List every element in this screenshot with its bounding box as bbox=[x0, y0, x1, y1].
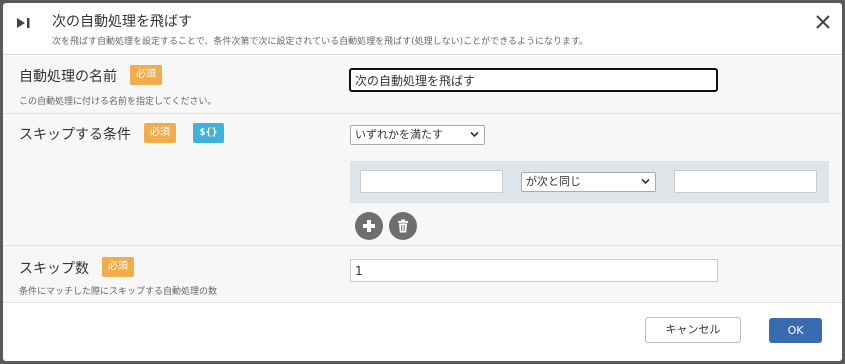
required-badge: 必須 bbox=[102, 257, 134, 277]
required-badge: 必須 bbox=[144, 123, 176, 143]
dialog-footer: キャンセル OK bbox=[3, 303, 842, 361]
condition-left-input[interactable] bbox=[360, 170, 503, 193]
condition-label: スキップする条件 bbox=[19, 127, 131, 143]
close-icon[interactable] bbox=[814, 13, 832, 31]
match-mode-value: いずれかを満たす bbox=[355, 128, 443, 141]
chevron-down-icon bbox=[470, 131, 479, 138]
condition-right-input[interactable] bbox=[674, 170, 817, 193]
skip-next-icon bbox=[17, 18, 30, 28]
condition-field-row: スキップする条件 必須 ${} いずれかを満たす が次と同じ bbox=[3, 114, 842, 246]
skip-count-label: スキップ数 bbox=[19, 261, 89, 277]
match-mode-select[interactable]: いずれかを満たす bbox=[350, 125, 485, 145]
ok-button[interactable]: OK bbox=[769, 318, 822, 343]
name-hint: この自動処理に付ける名前を指定してください。 bbox=[19, 97, 217, 107]
skip-automation-dialog: 次の自動処理を飛ばす 次を飛ばす自動処理を設定することで、条件次第で次に設定され… bbox=[3, 3, 842, 361]
variable-button[interactable]: ${} bbox=[193, 123, 224, 143]
name-label: 自動処理の名前 bbox=[19, 69, 117, 85]
skip-count-input[interactable] bbox=[350, 259, 718, 282]
trash-icon bbox=[398, 219, 408, 233]
skip-count-hint: 条件にマッチした際にスキップする自動処理の数 bbox=[19, 287, 218, 297]
required-badge: 必須 bbox=[130, 65, 162, 85]
dialog-description: 次を飛ばす自動処理を設定することで、条件次第で次に設定されている自動処理を飛ばす… bbox=[52, 37, 589, 47]
condition-operator-select[interactable]: が次と同じ bbox=[521, 172, 656, 192]
plus-icon bbox=[363, 220, 375, 232]
add-condition-button[interactable] bbox=[355, 212, 383, 240]
dialog-title: 次の自動処理を飛ばす bbox=[52, 14, 192, 30]
condition-row-box: が次と同じ bbox=[350, 161, 829, 203]
condition-operator-value: が次と同じ bbox=[526, 175, 581, 188]
name-field-row: 自動処理の名前 必須 この自動処理に付ける名前を指定してください。 bbox=[3, 56, 842, 114]
name-input[interactable] bbox=[349, 68, 718, 92]
chevron-down-icon bbox=[641, 178, 650, 185]
delete-condition-button[interactable] bbox=[389, 212, 417, 240]
skip-count-field-row: スキップ数 必須 条件にマッチした際にスキップする自動処理の数 bbox=[3, 246, 842, 303]
dialog-header: 次の自動処理を飛ばす 次を飛ばす自動処理を設定することで、条件次第で次に設定され… bbox=[3, 3, 842, 55]
cancel-button[interactable]: キャンセル bbox=[645, 317, 741, 343]
